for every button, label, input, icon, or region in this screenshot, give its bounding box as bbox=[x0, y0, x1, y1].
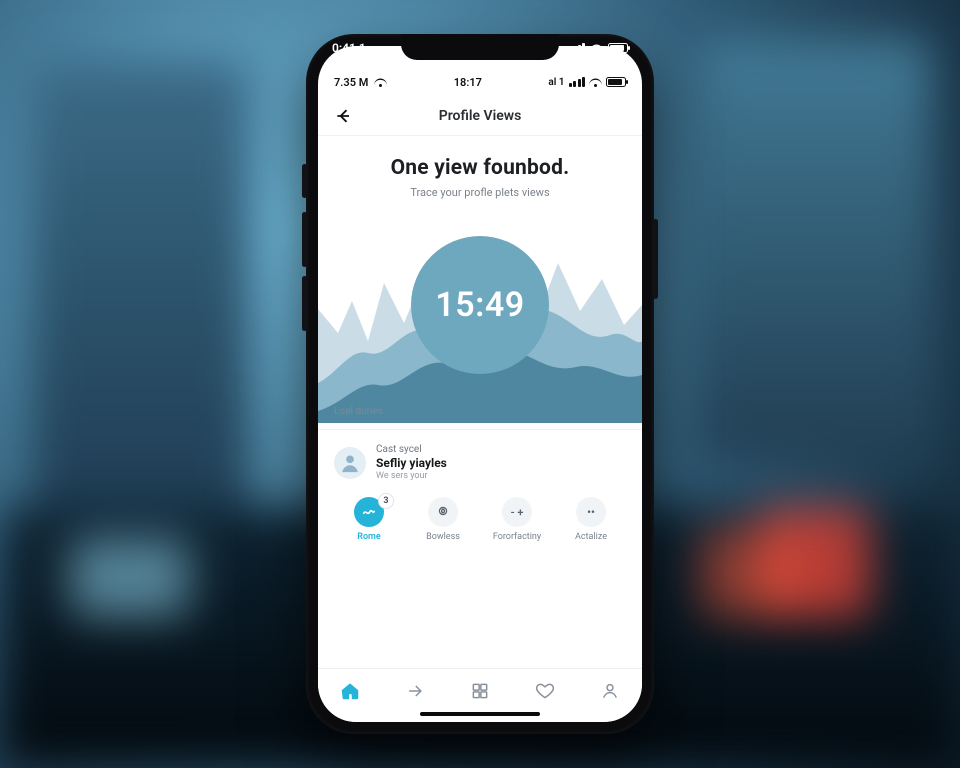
viewer-line2: Sefliy yiayles bbox=[376, 456, 447, 470]
stat-glyph: ⦾ bbox=[439, 505, 448, 519]
chart-area: 15:49 Loal duries bbox=[318, 213, 642, 423]
back-button[interactable] bbox=[330, 102, 358, 130]
device-time: 0:41 1 bbox=[332, 41, 366, 55]
hero-section: One yiew founbod. Trace your profle plet… bbox=[318, 136, 642, 199]
person-icon bbox=[339, 452, 361, 474]
app-status-bar: 7.35 M 18:17 al 1 bbox=[318, 68, 642, 96]
stat-fororfactiny[interactable]: - + Fororfactiny bbox=[480, 497, 554, 542]
app-status-center: 18:17 bbox=[454, 76, 482, 89]
phone-frame: 0:41 1 7.35 M 18:17 al 1 P bbox=[306, 34, 654, 734]
power-button bbox=[653, 219, 658, 299]
viewer-line3: We sers your bbox=[376, 471, 447, 481]
stat-bubble: ⦾ bbox=[428, 497, 458, 527]
stat-bubble: •• bbox=[576, 497, 606, 527]
arrow-right-icon bbox=[405, 681, 425, 701]
volume-down-button bbox=[302, 276, 307, 331]
grid-icon bbox=[470, 681, 490, 701]
stat-rome[interactable]: 3 Rome bbox=[332, 497, 406, 542]
wifi-icon bbox=[590, 43, 603, 53]
stat-label: Rome bbox=[357, 532, 380, 542]
tab-home[interactable] bbox=[330, 674, 370, 708]
app-screen: 7.35 M 18:17 al 1 Profile Views One yiew… bbox=[318, 46, 642, 722]
viewer-line1: Cast sycel bbox=[376, 444, 447, 455]
device-status-bar: 0:41 1 bbox=[306, 38, 654, 58]
cellular-icon bbox=[569, 77, 586, 87]
avatar bbox=[334, 447, 366, 479]
divider bbox=[318, 429, 642, 430]
chart-center-circle: 15:49 bbox=[411, 236, 549, 374]
stat-label: Actalize bbox=[575, 532, 607, 542]
app-status-left: 7.35 M bbox=[334, 76, 368, 89]
battery-icon bbox=[606, 77, 626, 87]
chart-center-value: 15:49 bbox=[435, 285, 524, 325]
tab-likes[interactable] bbox=[525, 674, 565, 708]
hero-headline: One yiew founbod. bbox=[338, 156, 622, 180]
cellular-icon bbox=[569, 43, 586, 53]
side-button bbox=[302, 164, 307, 198]
device-status-icons bbox=[569, 43, 629, 53]
app-status-right: al 1 bbox=[548, 77, 564, 88]
home-icon bbox=[340, 681, 360, 701]
stat-glyph: •• bbox=[587, 506, 595, 519]
tab-grid[interactable] bbox=[460, 674, 500, 708]
battery-icon bbox=[608, 43, 628, 53]
stat-bubble: - + bbox=[502, 497, 532, 527]
wifi-icon bbox=[589, 77, 602, 87]
person-icon bbox=[600, 681, 620, 701]
tab-next[interactable] bbox=[395, 674, 435, 708]
stat-label: Fororfactiny bbox=[493, 532, 541, 542]
viewer-row[interactable]: Cast sycel Sefliy yiayles We sers your bbox=[318, 436, 642, 489]
squiggle-icon bbox=[361, 504, 377, 520]
tab-profile[interactable] bbox=[590, 674, 630, 708]
arrow-left-icon bbox=[334, 106, 354, 126]
stat-row: 3 Rome ⦾ Bowless - + Fororfactiny •• Act… bbox=[318, 489, 642, 552]
home-indicator bbox=[420, 712, 540, 716]
nav-header: Profile Views bbox=[318, 96, 642, 136]
stat-glyph: - + bbox=[511, 506, 524, 519]
chart-caption: Loal duries bbox=[334, 406, 383, 417]
hero-subline: Trace your profle plets views bbox=[338, 186, 622, 199]
page-title: Profile Views bbox=[439, 108, 522, 124]
viewer-meta: Cast sycel Sefliy yiayles We sers your bbox=[376, 444, 447, 481]
stat-actalize[interactable]: •• Actalize bbox=[554, 497, 628, 542]
heart-icon bbox=[535, 681, 555, 701]
wifi-icon bbox=[374, 77, 387, 87]
volume-up-button bbox=[302, 212, 307, 267]
stat-bubble: 3 bbox=[354, 497, 384, 527]
stat-label: Bowless bbox=[426, 532, 460, 542]
stat-badge: 3 bbox=[378, 493, 394, 509]
stat-bowless[interactable]: ⦾ Bowless bbox=[406, 497, 480, 542]
